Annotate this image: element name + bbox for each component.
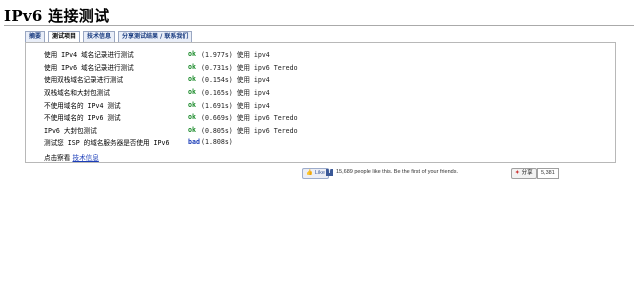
test-detail: (1.977s) 使用 ipv4 [201, 51, 270, 60]
test-row: 不使用域名的 IPv4 测试 ok (1.691s) 使用 ipv4 [44, 98, 298, 111]
test-row: 使用 IPv6 域名记录进行测试 ok (0.731s) 使用 ipv6 Ter… [44, 61, 298, 74]
test-row: 测试您 ISP 的域名服务器是否使用 IPv6 bad (1.808s) [44, 136, 298, 149]
test-detail: (0.154s) 使用 ipv4 [201, 76, 270, 85]
test-label: 使用双栈域名记录进行测试 [44, 76, 124, 85]
social-footer: 👍 Like f 15,689 people like this. Be the… [0, 168, 640, 180]
like-count-text: 15,689 people like this. Be the first of… [336, 169, 458, 175]
test-list: 使用 IPv4 域名记录进行测试 ok (1.977s) 使用 ipv4 使用 … [44, 48, 298, 149]
test-detail: (0.165s) 使用 ipv4 [201, 89, 270, 98]
more-info-line: 点击察看 技术信息 [44, 152, 99, 162]
test-row: IPv6 大封包测试 ok (0.805s) 使用 ipv6 Teredo [44, 124, 298, 137]
test-row: 使用 IPv4 域名记录进行测试 ok (1.977s) 使用 ipv4 [44, 48, 298, 61]
test-row: 使用双栈域名记录进行测试 ok (0.154s) 使用 ipv4 [44, 73, 298, 86]
share-button-label: 分享 [521, 170, 533, 176]
test-status: ok [188, 100, 196, 109]
tests-panel: 使用 IPv4 域名记录进行测试 ok (1.977s) 使用 ipv4 使用 … [25, 42, 616, 163]
test-detail: (0.669s) 使用 ipv6 Teredo [201, 114, 298, 123]
page-title: IPv6 连接测试 [4, 7, 110, 25]
facebook-icon: f [326, 169, 333, 176]
more-info-prefix: 点击察看 [44, 154, 71, 162]
test-status: ok [188, 50, 196, 59]
facebook-like-button[interactable]: 👍 Like [302, 168, 329, 179]
test-detail: (1.808s) [201, 138, 233, 147]
test-label: 使用 IPv4 域名记录进行测试 [44, 51, 134, 60]
test-detail: (0.805s) 使用 ipv6 Teredo [201, 126, 298, 135]
technical-info-link[interactable]: 技术信息 [72, 154, 98, 162]
test-row: 不使用域名的 IPv6 测试 ok (0.669s) 使用 ipv6 Tered… [44, 111, 298, 124]
test-label: 使用 IPv6 域名记录进行测试 [44, 63, 134, 72]
share-count: 5,381 [537, 168, 559, 179]
like-button-label: Like [314, 170, 325, 176]
test-status: ok [188, 88, 196, 97]
test-status: ok [188, 113, 196, 122]
test-row: 双栈域名和大封包测试 ok (0.165s) 使用 ipv4 [44, 86, 298, 99]
test-label: 双栈域名和大封包测试 [44, 89, 110, 98]
test-status: ok [188, 62, 196, 71]
title-divider [4, 25, 634, 26]
test-label: 测试您 ISP 的域名服务器是否使用 IPv6 [44, 139, 170, 148]
test-label: IPv6 大封包测试 [44, 126, 97, 135]
test-detail: (0.731s) 使用 ipv6 Teredo [201, 63, 298, 72]
thumbs-up-icon: 👍 [306, 170, 313, 176]
share-logo-icon: ✦ [515, 170, 520, 176]
test-status: ok [188, 125, 196, 134]
test-label: 不使用域名的 IPv4 测试 [44, 101, 121, 110]
share-button[interactable]: ✦ 分享 [511, 168, 537, 179]
test-detail: (1.691s) 使用 ipv4 [201, 101, 270, 110]
test-label: 不使用域名的 IPv6 测试 [44, 114, 121, 123]
test-status: bad [188, 138, 200, 147]
test-status: ok [188, 75, 196, 84]
